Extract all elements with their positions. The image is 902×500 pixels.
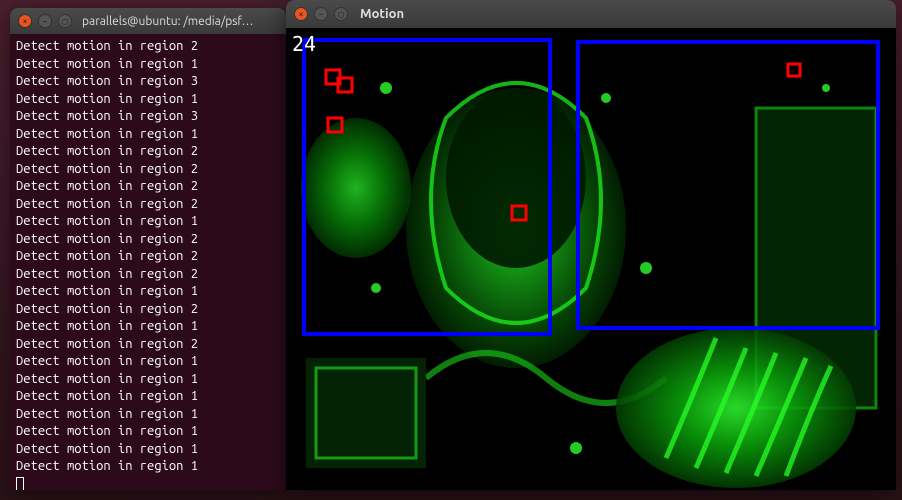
detection-region: [578, 42, 878, 328]
terminal-titlebar[interactable]: × − ▢ parallels@ubuntu: /media/psf…: [10, 8, 286, 34]
terminal-line: Detect motion in region 1: [16, 388, 280, 406]
motion-titlebar[interactable]: × − ▢ Motion: [286, 0, 896, 28]
minimize-icon[interactable]: −: [38, 14, 52, 28]
terminal-line: Detect motion in region 2: [16, 266, 280, 284]
terminal-line: Detect motion in region 2: [16, 248, 280, 266]
terminal-line: Detect motion in region 2: [16, 161, 280, 179]
terminal-line: Detect motion in region 1: [16, 441, 280, 459]
detection-box: [328, 118, 342, 132]
terminal-line: Detect motion in region 1: [16, 213, 280, 231]
terminal-line: Detect motion in region 1: [16, 458, 280, 476]
terminal-window: × − ▢ parallels@ubuntu: /media/psf… Dete…: [10, 8, 286, 490]
terminal-line: Detect motion in region 2: [16, 231, 280, 249]
detection-box: [788, 64, 800, 76]
maximize-icon[interactable]: ▢: [334, 7, 348, 21]
terminal-line: Detect motion in region 2: [16, 178, 280, 196]
terminal-line: Detect motion in region 1: [16, 423, 280, 441]
terminal-line: Detect motion in region 1: [16, 126, 280, 144]
terminal-title: parallels@ubuntu: /media/psf…: [82, 15, 253, 28]
maximize-icon[interactable]: ▢: [58, 14, 72, 28]
terminal-line: Detect motion in region 2: [16, 301, 280, 319]
terminal-line: Detect motion in region 3: [16, 73, 280, 91]
close-icon[interactable]: ×: [294, 7, 308, 21]
terminal-line: Detect motion in region 2: [16, 38, 280, 56]
motion-title: Motion: [360, 7, 404, 21]
detection-box: [512, 206, 526, 220]
terminal-line: Detect motion in region 1: [16, 56, 280, 74]
terminal-line: Detect motion in region 2: [16, 143, 280, 161]
close-icon[interactable]: ×: [18, 14, 32, 28]
terminal-line: Detect motion in region 1: [16, 353, 280, 371]
minimize-icon[interactable]: −: [314, 7, 328, 21]
terminal-line: Detect motion in region 1: [16, 318, 280, 336]
terminal-line: Detect motion in region 1: [16, 91, 280, 109]
terminal-cursor: [16, 477, 24, 491]
motion-overlay: [286, 28, 896, 490]
frame-counter: 24: [292, 32, 316, 56]
motion-canvas: 24: [286, 28, 896, 490]
terminal-line: Detect motion in region 1: [16, 283, 280, 301]
terminal-line: Detect motion in region 2: [16, 336, 280, 354]
terminal-line: Detect motion in region 1: [16, 406, 280, 424]
terminal-output[interactable]: Detect motion in region 2Detect motion i…: [10, 34, 286, 490]
terminal-line: Detect motion in region 2: [16, 196, 280, 214]
terminal-line: Detect motion in region 3: [16, 108, 280, 126]
motion-window: × − ▢ Motion: [286, 0, 896, 490]
terminal-line: Detect motion in region 1: [16, 371, 280, 389]
